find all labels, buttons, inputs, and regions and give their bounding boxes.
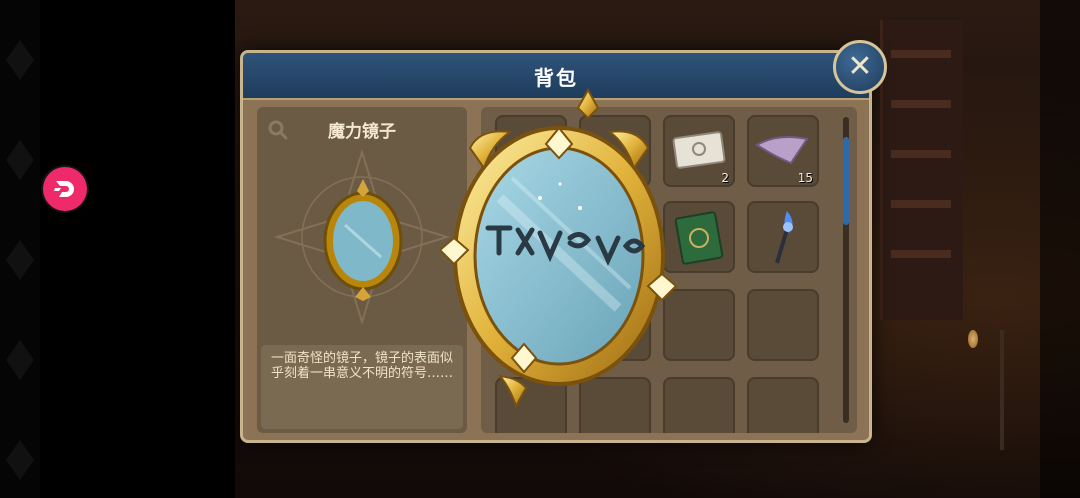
magic-mirror-popup-icon[interactable] bbox=[440, 88, 678, 410]
bag-title: 背包 bbox=[534, 66, 578, 90]
mirror-thumbnail-icon bbox=[323, 179, 403, 301]
description-box: 一面奇怪的镜子，镜子的表面似乎刻着一串意义不明的符号…… bbox=[261, 345, 463, 429]
close-button[interactable]: ✕ bbox=[833, 40, 887, 94]
item-description: 一面奇怪的镜子，镜子的表面似乎刻着一串意义不明的符号…… bbox=[271, 351, 454, 381]
slot-count: 2 bbox=[721, 171, 729, 185]
inventory-slot[interactable] bbox=[747, 289, 819, 361]
scrollbar-thumb[interactable] bbox=[843, 137, 849, 225]
slot-count: 15 bbox=[797, 171, 813, 185]
left-diamond-pattern bbox=[6, 40, 34, 480]
inventory-scrollbar[interactable] bbox=[843, 117, 849, 423]
lamp-stand bbox=[1000, 330, 1004, 450]
item-detail-pane: 魔力镜子 一面奇怪的镜子，镜子的表面似乎刻着一串意义不明的符号…… bbox=[257, 107, 467, 433]
blue-torch-icon bbox=[775, 211, 793, 264]
selected-item-name: 魔力镜子 bbox=[328, 122, 396, 142]
inventory-slot[interactable] bbox=[747, 377, 819, 433]
candle-flame bbox=[968, 330, 978, 348]
close-icon: ✕ bbox=[847, 49, 873, 84]
app-badge-icon[interactable] bbox=[43, 167, 87, 211]
d-logo-icon bbox=[54, 181, 74, 197]
inventory-slot[interactable] bbox=[747, 201, 819, 273]
bookshelf bbox=[880, 20, 963, 320]
right-shadow bbox=[1040, 0, 1080, 498]
inventory-slot[interactable]: 15 bbox=[747, 115, 819, 187]
